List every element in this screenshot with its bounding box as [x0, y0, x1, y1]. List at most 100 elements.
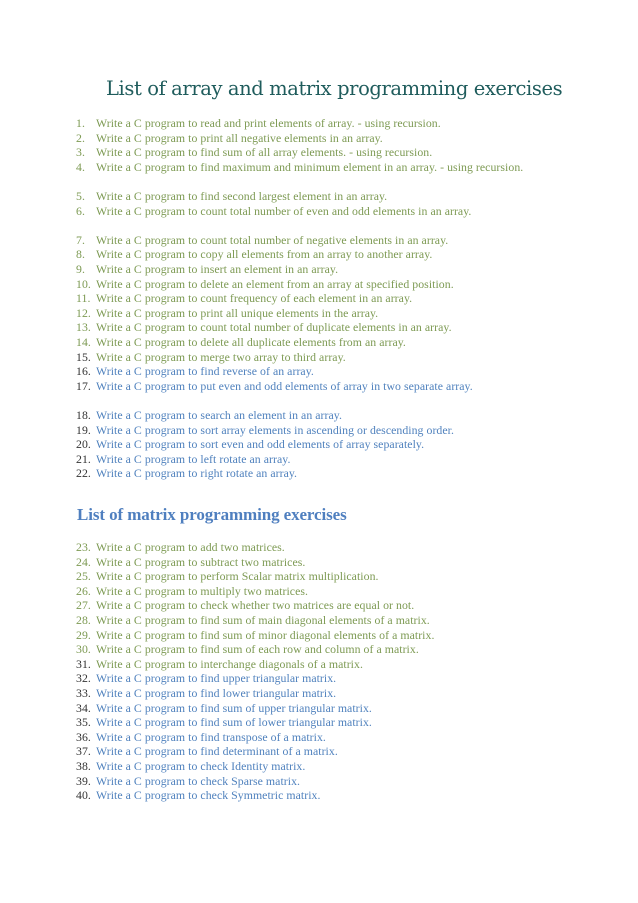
item-text: Write a C program to find transpose of a… — [96, 729, 326, 744]
item-number: 20. — [76, 437, 91, 452]
item-number: 9. — [76, 262, 85, 276]
list-item: 37. Write a C program to find determinant… — [76, 744, 562, 759]
item-number: 16. — [76, 364, 91, 379]
item-text: Write a C program to insert an element i… — [96, 262, 339, 276]
item-text: Write a C program to check Identity matr… — [96, 759, 306, 773]
item-number: 28. — [76, 613, 91, 627]
item-text: Write a C program to count total number … — [96, 232, 449, 247]
list-item: 26. Write a C program to multiply two mat… — [76, 583, 562, 599]
list-item: 5. Write a C program to find second large… — [76, 189, 562, 204]
list-item: 12. Write a C program to print all unique… — [76, 305, 562, 321]
list-item: 2. Write a C program to print all negativ… — [76, 130, 562, 146]
list-item: 4. Write a C program to find maximum and … — [76, 160, 562, 175]
list-item: 38. Write a C program to check Identity m… — [76, 759, 562, 774]
list-item: 11. Write a C program to count frequency … — [76, 291, 562, 306]
item-text: Write a C program to sort even and odd e… — [96, 437, 425, 452]
item-text: Write a C program to delete an element f… — [96, 276, 454, 291]
item-number: 33. — [76, 686, 91, 700]
item-number: 1. — [76, 116, 85, 130]
item-text: Write a C program to find sum of main di… — [96, 613, 430, 627]
item-number: 37. — [76, 744, 91, 759]
item-text: Write a C program to multiply two matric… — [96, 583, 309, 598]
list-item: 16. Write a C program to find reverse of … — [76, 364, 562, 379]
item-text: Write a C program to right rotate an arr… — [96, 466, 298, 481]
list-item: 27. Write a C program to check whether tw… — [76, 598, 562, 613]
item-text: Write a C program to check Sparse matrix… — [96, 773, 301, 788]
list-item: 8. Write a C program to copy all elements… — [76, 247, 562, 262]
item-text: Write a C program to find determinant of… — [96, 744, 338, 759]
item-text: Write a C program to find sum of lower t… — [96, 715, 372, 730]
item-text: Write a C program to check Symmetric mat… — [96, 788, 321, 803]
item-number: 27. — [76, 598, 91, 613]
item-number: 5. — [76, 189, 85, 203]
item-number: 3. — [76, 145, 85, 160]
item-number: 4. — [76, 159, 85, 174]
item-text: Write a C program to copy all elements f… — [96, 247, 433, 262]
item-text: Write a C program to print all unique el… — [96, 305, 379, 320]
list-item: 21. Write a C program to left rotate an a… — [76, 452, 562, 467]
list-item: 17. Write a C program to put even and odd… — [76, 378, 562, 394]
item-number: 35. — [76, 715, 91, 730]
list-item: 19. Write a C program to sort array eleme… — [76, 423, 562, 438]
item-number: 26. — [76, 583, 91, 598]
item-text: Write a C program to interchange diagona… — [96, 656, 363, 671]
item-text: Write a C program to print all negative … — [96, 130, 383, 145]
item-number: 25. — [76, 569, 91, 584]
item-number: 21. — [76, 451, 91, 466]
item-number: 8. — [76, 247, 85, 262]
item-text: Write a C program to find lower triangul… — [96, 686, 337, 700]
list-item: 30. Write a C program to find sum of each… — [76, 642, 562, 657]
item-text: Write a C program to find sum of minor d… — [96, 627, 435, 642]
item-number: 29. — [76, 627, 91, 642]
list-item: 14. Write a C program to delete all dupli… — [76, 335, 562, 350]
list-item: 39. Write a C program to check Sparse mat… — [76, 773, 562, 789]
item-number: 31. — [76, 656, 91, 671]
item-number: 17. — [76, 378, 91, 393]
page-title: List of array and matrix programming exe… — [106, 77, 563, 100]
item-text: Write a C program to search an element i… — [96, 408, 342, 422]
item-number: 15. — [76, 349, 91, 364]
item-text: Write a C program to find reverse of an … — [96, 364, 314, 379]
item-number: 22. — [76, 466, 91, 481]
list-item: 25. Write a C program to perform Scalar m… — [76, 569, 562, 584]
item-number: 6. — [76, 203, 85, 218]
list-item: 31. Write a C program to interchange diag… — [76, 656, 562, 672]
item-text: Write a C program to check whether two m… — [96, 598, 415, 613]
item-text: Write a C program to find second largest… — [96, 189, 388, 203]
item-number: 12. — [76, 305, 91, 320]
item-number: 11. — [76, 291, 91, 306]
item-text: Write a C program to merge two array to … — [96, 349, 346, 364]
item-text: Write a C program to find sum of upper t… — [96, 700, 372, 715]
item-text: Write a C program to count total number … — [96, 203, 472, 218]
list-item: 1. Write a C program to read and print el… — [76, 116, 562, 131]
item-number: 7. — [76, 232, 85, 247]
list-item: 36. Write a C program to find transpose o… — [76, 729, 562, 745]
list-item: 13. Write a C program to count total numb… — [76, 320, 562, 335]
item-text: Write a C program to add two matrices. — [96, 540, 285, 554]
item-number: 24. — [76, 554, 91, 569]
item-text: Write a C program to find sum of each ro… — [96, 642, 419, 657]
item-number: 23. — [76, 540, 91, 554]
list-item: 15. Write a C program to merge two array … — [76, 349, 562, 365]
list-item: 40. Write a C program to check Symmetric … — [76, 788, 562, 803]
list-item: 6. Write a C program to count total numbe… — [76, 203, 562, 219]
list-item: 22. Write a C program to right rotate an … — [76, 466, 562, 481]
item-number: 38. — [76, 759, 91, 773]
item-number: 34. — [76, 700, 91, 715]
list-item: 35. Write a C program to find sum of lowe… — [76, 715, 562, 730]
list-item: 32. Write a C program to find upper trian… — [76, 671, 562, 686]
list-item: 29. Write a C program to find sum of mino… — [76, 627, 562, 643]
item-text: Write a C program to put even and odd el… — [96, 378, 473, 393]
list-item: 20. Write a C program to sort even and od… — [76, 437, 562, 452]
item-number: 36. — [76, 729, 91, 744]
item-text: Write a C program to delete all duplicat… — [96, 335, 406, 349]
list-item: 23. Write a C program to add two matrices… — [76, 540, 562, 555]
item-number: 14. — [76, 335, 91, 349]
item-number: 40. — [76, 788, 91, 803]
list-item: 3. Write a C program to find sum of all a… — [76, 145, 562, 160]
item-number: 19. — [76, 422, 91, 437]
item-text: Write a C program to perform Scalar matr… — [96, 569, 379, 584]
item-text: Write a C program to find sum of all arr… — [96, 145, 433, 160]
item-number: 30. — [76, 642, 91, 657]
list-item: 9. Write a C program to insert an element… — [76, 262, 562, 277]
